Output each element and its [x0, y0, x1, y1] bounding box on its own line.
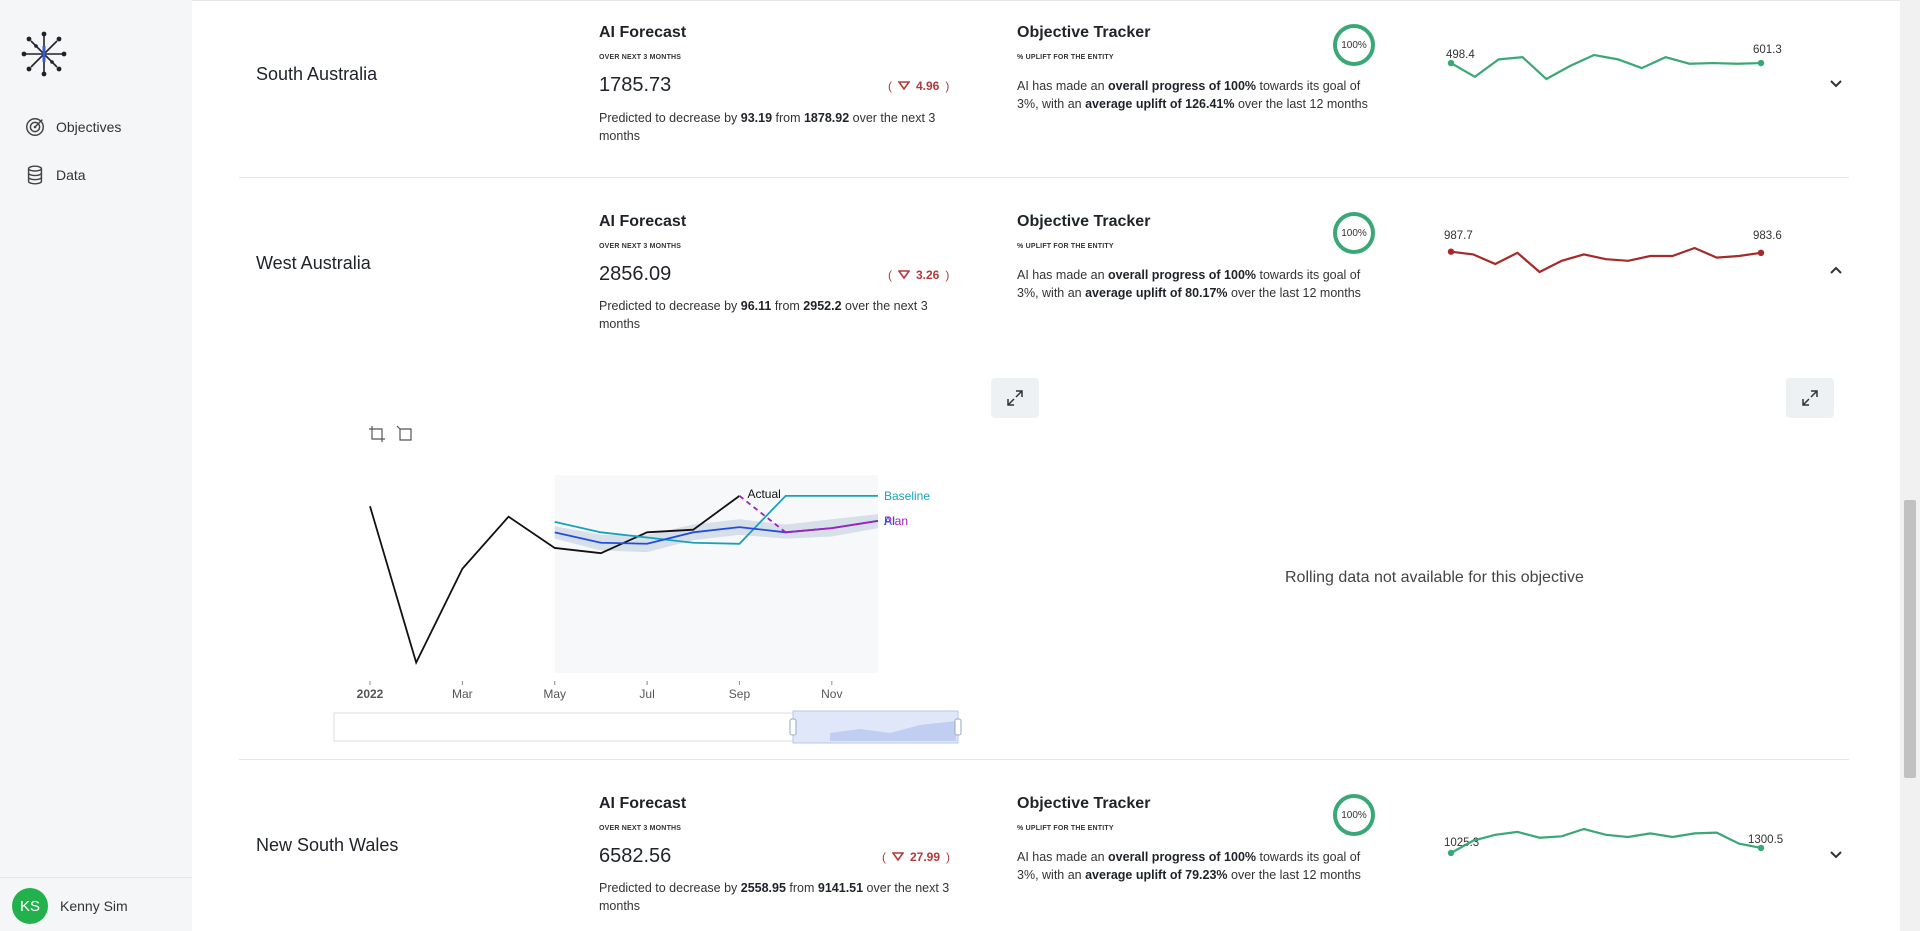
zoom-reset-icon[interactable] — [396, 425, 414, 443]
tracker-subtitle: % UPLIFT FOR THE ENTITY — [1017, 243, 1114, 250]
chevron-down-icon[interactable] — [1828, 75, 1844, 91]
chevron-up-icon[interactable] — [1828, 263, 1844, 279]
target-icon — [26, 118, 44, 136]
x-tick-label: Nov — [821, 687, 842, 701]
sparkline-end-point — [1757, 59, 1765, 67]
scrollbar-thumb[interactable] — [1904, 500, 1916, 778]
sparkline — [1447, 827, 1765, 856]
sparkline-start-point — [1447, 248, 1455, 255]
gauge-label: 100% — [1341, 227, 1367, 239]
series-label-plan: Plan — [884, 514, 908, 528]
database-icon — [27, 165, 43, 185]
sparkline-start-point — [1447, 849, 1455, 856]
progress-gauge: 100% — [1332, 211, 1376, 255]
nav-item-objectives[interactable]: Objectives — [24, 114, 121, 140]
delta-value: 27.99 — [910, 850, 941, 864]
entity-name: West Australia — [256, 253, 371, 273]
forecast-chart[interactable]: Actual BaselineAIPlan2022 Mar May Jul Sep Nov — [330, 455, 1050, 745]
forecast-description: Predicted to decrease by 96.11 from 2952… — [599, 299, 928, 331]
nav-label: Data — [56, 167, 86, 183]
x-tick-label: Mar — [452, 687, 473, 701]
forecast-description: Predicted to decrease by 2558.95 from 91… — [599, 881, 950, 913]
forecast-value: 2856.09 — [599, 263, 672, 285]
down-triangle-icon — [898, 270, 910, 280]
sparkline-start-point — [1447, 59, 1455, 67]
x-tick-label: May — [543, 687, 566, 701]
forecast-title: AI Forecast — [599, 795, 687, 812]
progress-gauge: 100% — [1332, 23, 1376, 67]
sparkline-path — [1450, 246, 1762, 274]
expand-icon — [1802, 390, 1818, 406]
spark-end-label: 983.6 — [1753, 230, 1782, 242]
forecast-delta: ( 3.26 ) — [888, 268, 950, 282]
forecast-delta: ( 4.96 ) — [888, 79, 950, 93]
nav-item-data[interactable]: Data — [24, 162, 86, 188]
forecast-region — [554, 475, 878, 673]
series-label-actual: Actual — [747, 487, 780, 501]
chevron-down-icon[interactable] — [1828, 846, 1844, 862]
range-slider-handle-right[interactable] — [954, 718, 962, 736]
expand-rolling-button[interactable] — [1786, 378, 1834, 418]
entity-name: New South Wales — [256, 835, 399, 855]
x-tick-label: Sep — [729, 687, 751, 701]
sparkline-path — [1450, 827, 1762, 854]
expand-icon — [1007, 390, 1023, 406]
x-tick-label: Jul — [639, 687, 654, 701]
down-triangle-icon — [898, 81, 910, 91]
tracker-subtitle: % UPLIFT FOR THE ENTITY — [1017, 54, 1114, 61]
expand-chart-button[interactable] — [991, 378, 1039, 418]
tracker-description: AI has made an overall progress of 100% … — [1017, 79, 1368, 111]
scrollbar[interactable] — [1900, 0, 1920, 931]
forecast-title: AI Forecast — [599, 24, 687, 41]
forecast-value: 6582.56 — [599, 845, 672, 867]
series-label-baseline: Baseline — [884, 489, 930, 503]
x-tick-label: 2022 — [357, 687, 384, 701]
forecast-title: AI Forecast — [599, 213, 687, 230]
divider — [192, 0, 1900, 1]
forecast-subtitle: OVER NEXT 3 MONTHS — [599, 243, 682, 250]
divider — [239, 177, 1849, 178]
sparkline — [1447, 53, 1765, 81]
divider — [239, 759, 1849, 760]
sidebar: Objectives Data KS Kenny Sim — [0, 0, 192, 931]
tracker-title: Objective Tracker — [1017, 795, 1151, 812]
forecast-description: Predicted to decrease by 93.19 from 1878… — [599, 111, 936, 143]
entity-name: South Australia — [256, 64, 378, 84]
tracker-title: Objective Tracker — [1017, 24, 1151, 41]
tracker-description: AI has made an overall progress of 100% … — [1017, 268, 1361, 300]
delta-value: 3.26 — [916, 268, 940, 282]
app-logo-icon[interactable] — [18, 30, 70, 78]
forecast-value: 1785.73 — [599, 74, 672, 96]
sparkline-path — [1450, 53, 1762, 81]
spark-start-label: 987.7 — [1444, 230, 1473, 242]
sparkline-end-point — [1757, 844, 1765, 852]
progress-gauge: 100% — [1332, 793, 1376, 837]
gauge-label: 100% — [1341, 39, 1367, 51]
sparkline-end-point — [1757, 249, 1765, 256]
tracker-title: Objective Tracker — [1017, 213, 1151, 230]
rolling-data-message: Rolling data not available for this obje… — [1285, 569, 1584, 586]
main-content: South Australia AI Forecast OVER NEXT 3 … — [192, 0, 1900, 931]
user-profile[interactable]: KS Kenny Sim — [0, 877, 192, 931]
zoom-select-icon[interactable] — [368, 425, 386, 443]
delta-value: 4.96 — [916, 79, 940, 93]
forecast-subtitle: OVER NEXT 3 MONTHS — [599, 54, 682, 61]
forecast-delta: ( 27.99 ) — [882, 850, 951, 864]
gauge-label: 100% — [1341, 809, 1367, 821]
avatar: KS — [12, 888, 48, 924]
nav-label: Objectives — [56, 119, 122, 135]
user-name: Kenny Sim — [60, 898, 128, 914]
forecast-subtitle: OVER NEXT 3 MONTHS — [599, 825, 682, 832]
tracker-description: AI has made an overall progress of 100% … — [1017, 850, 1361, 882]
tracker-subtitle: % UPLIFT FOR THE ENTITY — [1017, 825, 1114, 832]
range-slider-handle-left[interactable] — [789, 718, 797, 736]
down-triangle-icon — [892, 852, 904, 862]
sparkline — [1447, 246, 1765, 274]
